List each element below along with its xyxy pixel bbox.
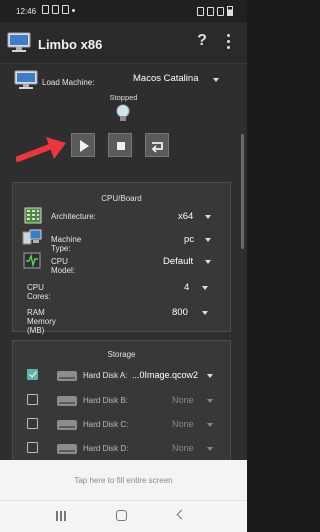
mail-notification-icon <box>62 5 69 14</box>
status-bar: 12:46 <box>0 0 247 22</box>
storage-panel: Storage Hard Disk A: ...0Image.qcow2 Har… <box>12 340 231 460</box>
hard-disk-icon <box>57 371 77 381</box>
app-title: Limbo x86 <box>38 37 103 52</box>
monitor-icon <box>23 252 41 269</box>
chevron-down-icon <box>205 215 211 219</box>
hard-disk-c-checkbox[interactable] <box>27 418 38 429</box>
hard-disk-d-checkbox[interactable] <box>27 442 38 453</box>
hard-disk-d-label: Hard Disk D: <box>83 444 129 453</box>
main-content[interactable]: Load Machine: Macos Catalina Stopped CPU… <box>0 64 247 460</box>
restart-icon <box>151 142 163 153</box>
chevron-down-icon <box>207 374 213 378</box>
chevron-down-icon <box>213 78 219 82</box>
load-machine-label: Load Machine: <box>42 78 95 87</box>
machine-select-value: Macos Catalina <box>133 73 199 84</box>
home-icon[interactable] <box>116 510 127 521</box>
cpu-board-title: CPU/Board <box>101 194 142 203</box>
hard-disk-b-checkbox[interactable] <box>27 394 38 405</box>
stop-icon <box>117 142 125 150</box>
machine-status: Stopped <box>109 93 138 102</box>
signal-icon <box>217 6 224 16</box>
system-icons <box>197 6 233 16</box>
chevron-down-icon <box>202 311 208 315</box>
chevron-down-icon <box>207 399 213 403</box>
fill-screen-banner[interactable]: Tap here to fill entire screen <box>0 460 247 500</box>
hard-disk-a-label: Hard Disk A: <box>83 371 128 380</box>
dot-icon <box>72 9 75 12</box>
hard-disk-icon <box>57 444 77 454</box>
hard-disk-icon <box>57 396 77 406</box>
notification-icon <box>42 5 49 14</box>
notification-icons <box>42 5 75 14</box>
scrollbar[interactable] <box>241 134 244 249</box>
restart-button[interactable] <box>145 133 169 157</box>
storage-title: Storage <box>107 350 136 359</box>
cpu-board-panel: CPU/Board Architecture: x64 Machine Type… <box>12 182 231 335</box>
status-time: 12:46 <box>16 7 37 16</box>
computer-icon <box>7 32 31 52</box>
lightbulb-icon <box>116 104 130 121</box>
fill-screen-text: Tap here to fill entire screen <box>74 476 173 485</box>
app-bar: Limbo x86 ? <box>0 22 247 64</box>
play-icon <box>80 140 89 152</box>
computer-icon <box>14 70 38 89</box>
battery-icon <box>227 6 233 16</box>
more-vert-icon[interactable] <box>223 34 233 52</box>
alarm-icon <box>197 6 204 16</box>
hard-disk-b-label: Hard Disk B: <box>83 396 128 405</box>
hard-disk-c-label: Hard Disk C: <box>83 420 129 429</box>
chevron-down-icon <box>207 423 213 427</box>
back-icon[interactable] <box>176 509 187 520</box>
hard-disk-a-checkbox[interactable] <box>27 369 38 380</box>
chevron-down-icon <box>205 238 211 242</box>
navigation-bar <box>0 500 247 532</box>
help-button[interactable]: ? <box>194 32 210 50</box>
arrow-annotation <box>16 137 66 162</box>
stop-button[interactable] <box>108 133 132 157</box>
chip-icon <box>24 207 42 224</box>
recents-icon[interactable] <box>56 511 67 521</box>
machine-icon <box>22 229 42 245</box>
hard-disk-icon <box>57 420 77 430</box>
image-notification-icon <box>52 5 59 14</box>
wifi-icon <box>207 6 214 16</box>
start-button[interactable] <box>71 133 95 157</box>
chevron-down-icon <box>207 447 213 451</box>
chevron-down-icon <box>202 286 208 290</box>
chevron-down-icon <box>205 260 211 264</box>
